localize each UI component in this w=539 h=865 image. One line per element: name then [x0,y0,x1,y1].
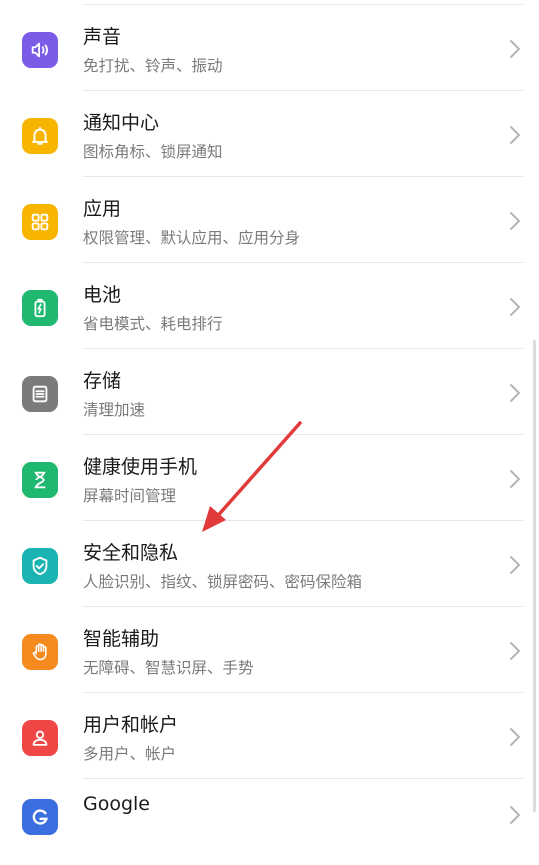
chevron-right-icon [510,40,520,58]
settings-item-title: 应用 [83,198,122,220]
shield-check-icon [22,548,58,584]
settings-item-subtitle: 屏幕时间管理 [83,487,177,505]
hourglass-icon [22,462,58,498]
settings-item-subtitle: 免打扰、铃声、振动 [83,57,223,75]
settings-item-subtitle: 图标角标、锁屏通知 [83,143,223,161]
chevron-right-icon [510,642,520,660]
settings-item-title: 电池 [83,284,122,306]
settings-item-title: 智能辅助 [83,628,160,650]
chevron-right-icon [510,212,520,230]
chevron-right-icon [510,384,520,402]
settings-item-subtitle: 省电模式、耗电排行 [83,315,223,333]
settings-item-title: 安全和隐私 [83,542,179,564]
settings-item-subtitle: 无障碍、智慧识屏、手势 [83,659,254,677]
settings-item-smart-assistance[interactable]: 智能辅助 无障碍、智慧识屏、手势 [0,607,539,693]
settings-item-title: 用户和帐户 [83,714,179,736]
settings-item-subtitle: 清理加速 [83,401,146,419]
chevron-right-icon [510,126,520,144]
settings-item-notifications[interactable]: 通知中心 图标角标、锁屏通知 [0,91,539,177]
settings-item-security-privacy[interactable]: 安全和隐私 人脸识别、指纹、锁屏密码、密码保险箱 [0,521,539,607]
apps-grid-icon [22,204,58,240]
settings-item-storage[interactable]: 存储 清理加速 [0,349,539,435]
settings-item-subtitle: 多用户、帐户 [83,745,177,763]
chevron-right-icon [510,728,520,746]
chevron-right-icon [510,556,520,574]
settings-item-title: 存储 [83,370,122,392]
settings-item-battery[interactable]: 电池 省电模式、耗电排行 [0,263,539,349]
chevron-right-icon [510,806,520,824]
google-icon [22,799,58,835]
storage-icon [22,376,58,412]
settings-item-title: Google [83,793,151,815]
settings-list: 声音 免打扰、铃声、振动 通知中心 图标角标、锁屏通知 应用 权限管理、默认应用… [0,0,539,835]
settings-item-subtitle: 权限管理、默认应用、应用分身 [83,229,301,247]
bell-icon [22,118,58,154]
settings-item-title: 声音 [83,26,122,48]
chevron-right-icon [510,298,520,316]
settings-item-subtitle: 人脸识别、指纹、锁屏密码、密码保险箱 [83,573,363,591]
hand-icon [22,634,58,670]
settings-item-apps[interactable]: 应用 权限管理、默认应用、应用分身 [0,177,539,263]
battery-icon [22,290,58,326]
settings-item-title: 健康使用手机 [83,456,198,478]
settings-item-google[interactable]: Google [0,779,539,865]
settings-item-sound[interactable]: 声音 免打扰、铃声、振动 [0,5,539,91]
speaker-icon [22,32,58,68]
user-icon [22,720,58,756]
scrollbar[interactable] [533,340,536,812]
settings-item-digital-balance[interactable]: 健康使用手机 屏幕时间管理 [0,435,539,521]
settings-item-title: 通知中心 [83,112,160,134]
chevron-right-icon [510,470,520,488]
settings-item-users-accounts[interactable]: 用户和帐户 多用户、帐户 [0,693,539,779]
